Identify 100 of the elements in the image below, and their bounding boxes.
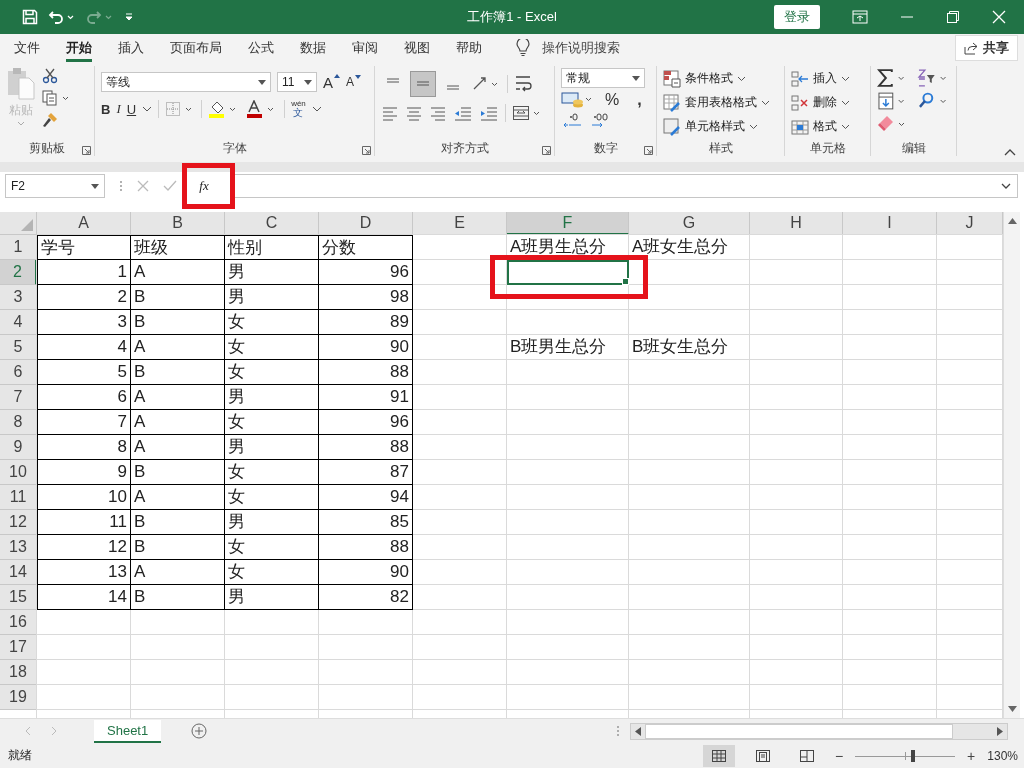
decrease-indent-icon[interactable] bbox=[453, 105, 473, 121]
row-header[interactable]: 19 bbox=[0, 685, 37, 710]
horizontal-scrollbar[interactable] bbox=[630, 722, 1008, 740]
menu-tab[interactable]: 文件 bbox=[14, 34, 40, 62]
column-header[interactable]: B bbox=[131, 212, 225, 235]
vertical-scrollbar[interactable] bbox=[1003, 212, 1020, 718]
restore-icon[interactable] bbox=[946, 10, 960, 24]
row-header[interactable]: 12 bbox=[0, 510, 37, 535]
menu-tab[interactable]: 页面布局 bbox=[170, 34, 222, 62]
row-header[interactable]: 18 bbox=[0, 660, 37, 685]
menu-tab[interactable]: 审阅 bbox=[352, 34, 378, 62]
font-size-field[interactable]: 11 bbox=[277, 72, 317, 92]
selected-cell[interactable] bbox=[507, 260, 629, 285]
scroll-up-icon[interactable] bbox=[1007, 218, 1017, 224]
scroll-down-icon[interactable] bbox=[1007, 706, 1017, 712]
decrease-decimal-icon[interactable] bbox=[589, 112, 611, 130]
cells-menu-button[interactable]: 删除 bbox=[791, 92, 864, 113]
cut-icon[interactable] bbox=[42, 68, 58, 84]
style-menu-button[interactable]: 单元格样式 bbox=[663, 116, 778, 137]
menu-tab[interactable]: 数据 bbox=[300, 34, 326, 62]
style-menu-button[interactable]: 套用表格格式 bbox=[663, 92, 778, 113]
bold-button[interactable]: B bbox=[101, 101, 111, 117]
format-cells-icon bbox=[791, 117, 809, 136]
row-header[interactable]: 15 bbox=[0, 585, 37, 610]
zoom-in-button[interactable]: + bbox=[967, 747, 976, 764]
shrink-font-button[interactable]: A bbox=[346, 75, 362, 89]
dialog-launcher-icon[interactable] bbox=[542, 146, 551, 155]
format-painter-icon[interactable] bbox=[42, 112, 58, 128]
menu-tab[interactable]: 插入 bbox=[118, 34, 144, 62]
font-name-field[interactable]: 等线 bbox=[101, 72, 271, 92]
column-header[interactable]: J bbox=[937, 212, 1003, 235]
increase-decimal-icon[interactable] bbox=[561, 112, 583, 130]
row-header[interactable]: 5 bbox=[0, 335, 37, 360]
share-button[interactable]: 共享 bbox=[955, 35, 1018, 61]
row-header[interactable]: 10 bbox=[0, 460, 37, 485]
expand-icon[interactable] bbox=[1001, 183, 1011, 189]
comma-style-button[interactable]: , bbox=[637, 91, 642, 109]
grow-font-button[interactable]: A bbox=[323, 73, 340, 91]
row-header[interactable]: 9 bbox=[0, 435, 37, 460]
cells-menu-button[interactable]: 格式 bbox=[791, 116, 864, 137]
slider-thumb[interactable] bbox=[911, 749, 916, 762]
column-header[interactable]: E bbox=[413, 212, 507, 235]
drag-handle-icon[interactable] bbox=[119, 179, 123, 193]
underline-button[interactable]: U bbox=[126, 101, 137, 117]
column-header[interactable]: F bbox=[507, 212, 629, 235]
row-header[interactable]: 6 bbox=[0, 360, 37, 385]
row-header[interactable]: 4 bbox=[0, 310, 37, 335]
column-header[interactable]: I bbox=[843, 212, 937, 235]
italic-button[interactable]: I bbox=[116, 101, 121, 117]
collapse-ribbon-icon[interactable] bbox=[1004, 148, 1016, 156]
zoom-slider[interactable] bbox=[855, 748, 956, 763]
row-header[interactable]: 17 bbox=[0, 635, 37, 660]
menu-tab[interactable]: 公式 bbox=[248, 34, 274, 62]
menu-tab[interactable]: 帮助 bbox=[456, 34, 482, 62]
sign-in-button[interactable]: 登录 bbox=[774, 5, 820, 29]
sheet-tab[interactable]: Sheet1 bbox=[94, 719, 162, 743]
number-format-field[interactable]: 常规 bbox=[561, 68, 645, 88]
save-icon[interactable] bbox=[22, 9, 38, 25]
cells-menu-button[interactable]: 插入 bbox=[791, 68, 864, 89]
caret-icon[interactable] bbox=[311, 106, 322, 112]
row-header[interactable]: 1 bbox=[0, 235, 37, 260]
column-header[interactable]: C bbox=[225, 212, 319, 235]
fill-handle[interactable] bbox=[622, 278, 629, 285]
caret-icon[interactable] bbox=[142, 106, 153, 112]
percent-style-button[interactable]: % bbox=[605, 91, 620, 109]
column-header[interactable]: A bbox=[37, 212, 131, 235]
menu-tab[interactable]: 视图 bbox=[404, 34, 430, 62]
name-box[interactable]: F2 bbox=[5, 174, 105, 198]
row-header[interactable]: 13 bbox=[0, 535, 37, 560]
add-sheet-icon[interactable] bbox=[191, 723, 208, 739]
row-header[interactable]: 14 bbox=[0, 560, 37, 585]
row-header[interactable]: 3 bbox=[0, 285, 37, 310]
dialog-launcher-icon[interactable] bbox=[82, 146, 91, 155]
row-header[interactable]: 16 bbox=[0, 610, 37, 635]
row-header[interactable]: 11 bbox=[0, 485, 37, 510]
zoom-level[interactable]: 130% bbox=[987, 748, 1018, 763]
dialog-launcher-icon[interactable] bbox=[362, 146, 371, 155]
undo-icon[interactable] bbox=[48, 9, 76, 25]
increase-indent-icon[interactable] bbox=[479, 105, 499, 121]
scroll-left-icon[interactable] bbox=[635, 726, 641, 736]
column-header[interactable]: D bbox=[319, 212, 413, 235]
customize-icon[interactable] bbox=[124, 11, 134, 23]
down-triangle-icon bbox=[355, 75, 362, 79]
column-header[interactable]: G bbox=[629, 212, 750, 235]
ribbon-display-icon[interactable] bbox=[852, 10, 868, 24]
zoom-out-button[interactable]: − bbox=[834, 747, 844, 764]
normal-view-button[interactable] bbox=[702, 744, 735, 767]
phonetic-button[interactable]: wén 文 bbox=[291, 100, 306, 118]
row-header[interactable]: 7 bbox=[0, 385, 37, 410]
close-icon[interactable] bbox=[992, 10, 1006, 24]
column-header[interactable]: H bbox=[750, 212, 843, 235]
row-header[interactable]: 2 bbox=[0, 260, 37, 285]
dialog-launcher-icon[interactable] bbox=[644, 146, 653, 155]
tell-me-search[interactable]: 操作说明搜索 bbox=[542, 39, 620, 57]
insert-function-button[interactable]: fx bbox=[191, 174, 217, 198]
copy-icon[interactable] bbox=[42, 90, 70, 106]
scroll-right-icon[interactable] bbox=[997, 726, 1003, 736]
row-header[interactable]: 8 bbox=[0, 410, 37, 435]
style-menu-button[interactable]: 条件格式 bbox=[663, 68, 778, 89]
wrap-text-icon[interactable] bbox=[514, 74, 532, 94]
